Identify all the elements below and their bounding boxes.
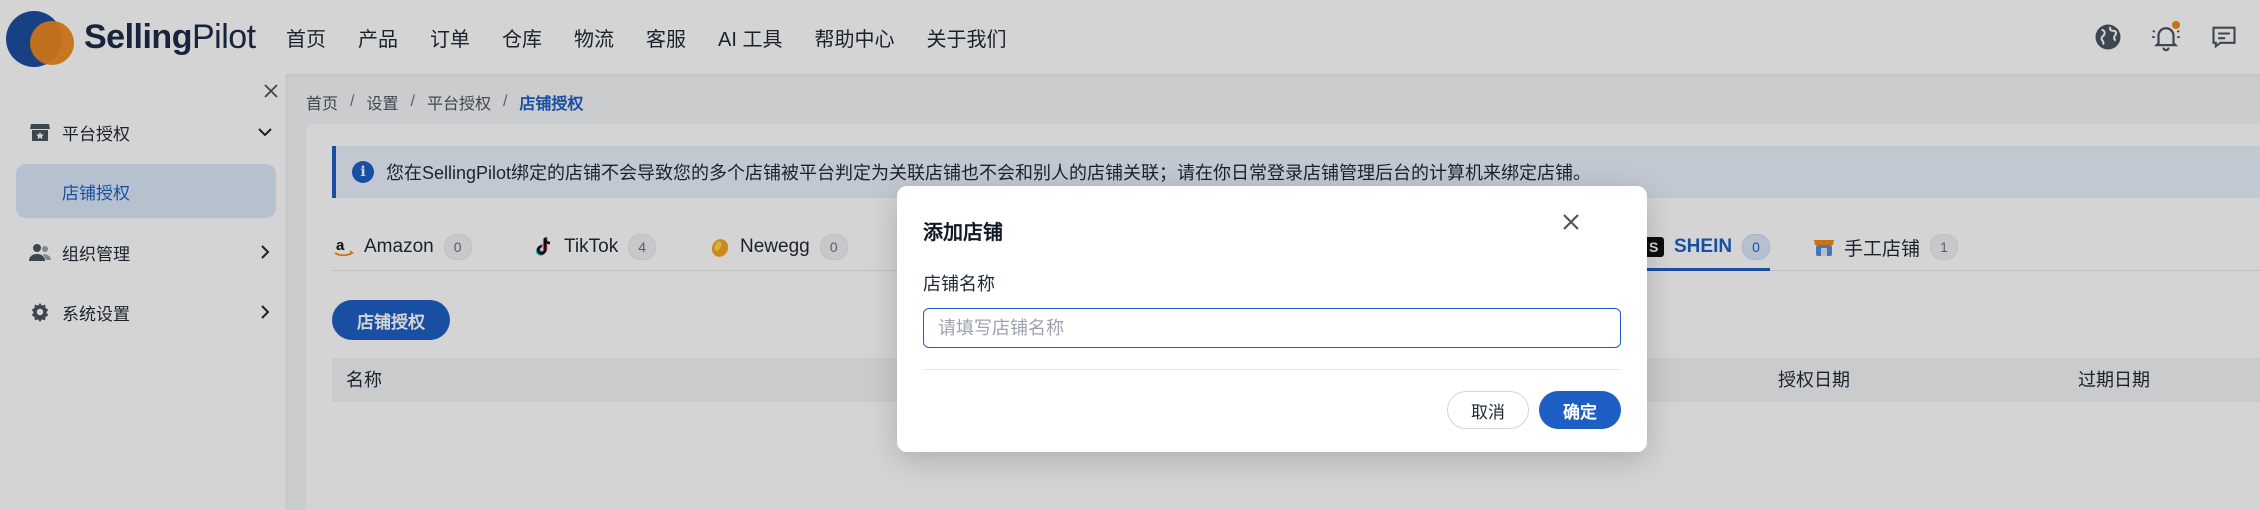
cancel-button[interactable]: 取消 — [1447, 391, 1529, 429]
add-store-dialog: 添加店铺 店铺名称 取消 确定 — [897, 186, 1647, 452]
store-name-label: 店铺名称 — [923, 274, 995, 294]
store-name-input[interactable] — [923, 308, 1621, 348]
close-icon[interactable] — [1557, 208, 1585, 236]
dialog-title: 添加店铺 — [923, 222, 1003, 244]
dialog-divider — [923, 369, 1621, 370]
confirm-button[interactable]: 确定 — [1539, 391, 1621, 429]
